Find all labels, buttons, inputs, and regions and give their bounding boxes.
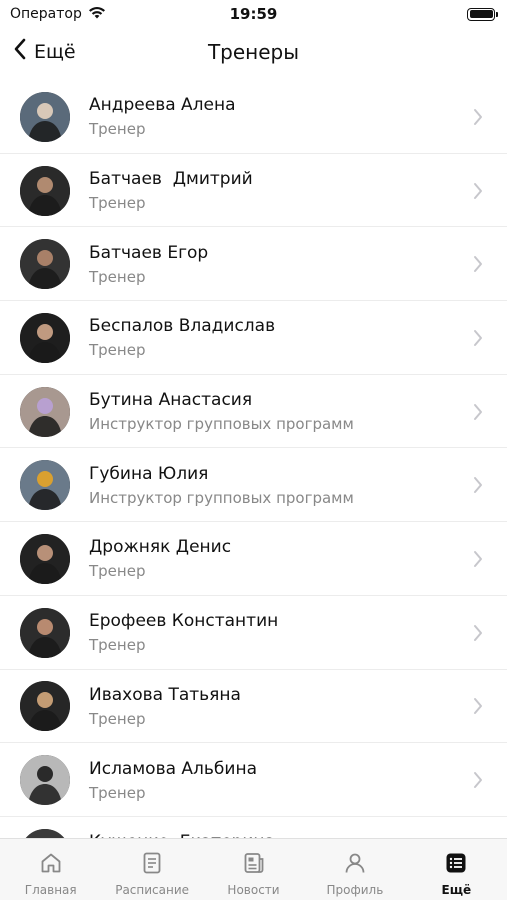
- trainer-text: Бутина Анастасия Инструктор групповых про…: [89, 389, 457, 434]
- avatar: [20, 165, 70, 216]
- trainer-name: Губина Юлия: [89, 463, 209, 484]
- chevron-right-icon: [473, 550, 483, 572]
- trainer-row[interactable]: Губина Юлия Инструктор групповых программ: [0, 448, 507, 523]
- trainer-name: Бутина Анастасия: [89, 390, 253, 411]
- chevron-right-icon: [473, 697, 483, 719]
- trainer-role: Тренер: [89, 120, 146, 139]
- avatar: [20, 386, 70, 437]
- tab-label: Новости: [227, 883, 280, 897]
- trainer-row[interactable]: Ерофеев Константин Тренер: [0, 596, 507, 670]
- tab-label: Ещё: [441, 883, 472, 897]
- trainer-role: Тренер: [89, 194, 146, 213]
- trainer-role: Тренер: [89, 562, 146, 581]
- trainer-role: Тренер: [89, 709, 146, 728]
- avatar: [20, 828, 70, 838]
- trainer-name: Батчаев Егор: [89, 242, 209, 263]
- trainer-name: Беспалов Владислав: [89, 316, 276, 337]
- nav-bar: Ещё Тренеры: [0, 30, 507, 76]
- status-bar: Оператор 19:59: [0, 0, 507, 28]
- trainer-role: Инструктор групповых программ: [89, 488, 354, 507]
- trainer-text: Исламова Альбина Тренер: [89, 758, 457, 803]
- trainer-role: Тренер: [89, 341, 146, 360]
- trainer-text: Губина Юлия Инструктор групповых программ: [89, 463, 457, 508]
- schedule-icon: [140, 851, 164, 879]
- trainer-row[interactable]: Андреева Алена Тренер: [0, 80, 507, 154]
- trainer-name: Батчаев Дмитрий: [89, 169, 253, 190]
- trainer-row[interactable]: Бутина Анастасия Инструктор групповых про…: [0, 375, 507, 449]
- profile-icon: [343, 851, 367, 879]
- chevron-right-icon: [473, 403, 483, 425]
- tab-bar: Главная Расписание Новости Профиль Ещё: [0, 838, 507, 900]
- chevron-right-icon: [473, 624, 483, 646]
- tab-label: Главная: [24, 883, 77, 897]
- wifi-icon: [88, 6, 106, 23]
- screen: Оператор 19:59 Ещё Тренеры Андреева Ален…: [0, 0, 507, 900]
- tab-label: Профиль: [326, 883, 384, 897]
- trainer-text: Беспалов Владислав Тренер: [89, 315, 457, 360]
- avatar: [20, 460, 70, 511]
- back-button[interactable]: Ещё: [14, 38, 76, 65]
- trainer-role: Тренер: [89, 267, 146, 286]
- trainer-text: Батчаев Дмитрий Тренер: [89, 168, 457, 213]
- trainer-name: Исламова Альбина: [89, 758, 257, 779]
- trainer-text: Андреева Алена Тренер: [89, 94, 457, 139]
- tab-more[interactable]: Ещё: [406, 839, 507, 900]
- trainer-row[interactable]: Ивахова Татьяна Тренер: [0, 670, 507, 744]
- more-icon: [444, 851, 468, 879]
- avatar: [20, 533, 70, 584]
- avatar: [20, 681, 70, 732]
- avatar: [20, 91, 70, 142]
- trainer-row[interactable]: Исламова Альбина Тренер: [0, 743, 507, 817]
- trainer-role: Инструктор групповых программ: [89, 415, 354, 434]
- tab-profile[interactable]: Профиль: [304, 839, 405, 900]
- tab-news[interactable]: Новости: [203, 839, 304, 900]
- chevron-right-icon: [473, 108, 483, 130]
- trainer-text: Дрожняк Денис Тренер: [89, 536, 457, 581]
- trainer-role: Тренер: [89, 783, 146, 802]
- trainer-text: Ивахова Татьяна Тренер: [89, 684, 457, 729]
- tab-home[interactable]: Главная: [0, 839, 101, 900]
- tab-label: Расписание: [115, 883, 190, 897]
- trainer-list: Андреева Алена Тренер Батчаев Дмитрий Трене…: [0, 80, 507, 838]
- back-button-label: Ещё: [34, 40, 76, 63]
- trainer-text: Батчаев Егор Тренер: [89, 242, 457, 287]
- chevron-left-icon: [14, 38, 26, 65]
- trainer-row[interactable]: Беспалов Владислав Тренер: [0, 301, 507, 375]
- tab-schedule[interactable]: Расписание: [101, 839, 202, 900]
- trainer-name: Ивахова Татьяна: [89, 684, 241, 705]
- trainer-text: Ерофеев Константин Тренер: [89, 610, 457, 655]
- news-icon: [242, 851, 266, 879]
- trainer-name: Андреева Алена: [89, 95, 236, 116]
- avatar: [20, 239, 70, 290]
- avatar: [20, 312, 70, 363]
- trainer-row[interactable]: Батчаев Егор Тренер: [0, 227, 507, 302]
- trainer-role: Тренер: [89, 636, 146, 655]
- trainer-row[interactable]: Дрожняк Денис Тренер: [0, 522, 507, 596]
- battery-icon: [467, 7, 498, 21]
- chevron-right-icon: [473, 182, 483, 204]
- page-title: Тренеры: [207, 40, 300, 64]
- avatar: [20, 607, 70, 658]
- chevron-right-icon: [473, 329, 483, 351]
- chevron-right-icon: [473, 476, 483, 498]
- trainer-row[interactable]: Батчаев Дмитрий Тренер: [0, 154, 507, 228]
- chevron-right-icon: [473, 255, 483, 277]
- trainer-name: Ерофеев Константин: [89, 611, 279, 632]
- avatar: [20, 755, 70, 806]
- trainer-name: Кушенко Екатерина: [89, 831, 457, 838]
- trainer-row[interactable]: Кушенко ЕкатеринаТренер: [0, 817, 507, 838]
- trainer-text: Кушенко ЕкатеринаТренер: [89, 831, 457, 838]
- home-icon: [39, 851, 63, 879]
- chevron-right-icon: [473, 771, 483, 793]
- carrier-label: Оператор: [10, 6, 82, 22]
- trainer-name: Дрожняк Денис: [89, 537, 232, 558]
- status-left: Оператор: [10, 6, 106, 23]
